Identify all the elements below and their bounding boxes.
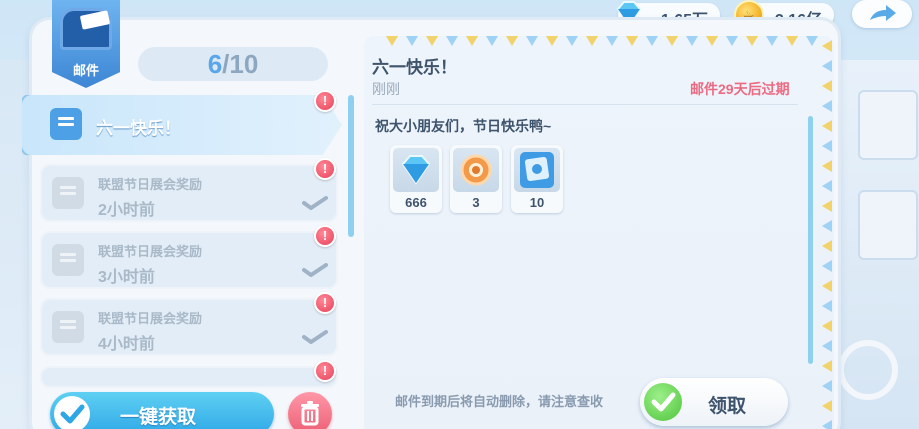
check-circle-icon [54,396,90,429]
reward-item-medal[interactable]: 3 [450,145,502,213]
mail-detail-title: 六一快乐！ [372,58,457,77]
mailbox-badge: 邮件 [52,0,120,88]
mail-detail-time: 刚刚 [372,81,400,97]
background-right-scenery [836,60,919,429]
unread-alert-icon: ! [314,360,336,382]
unread-alert-icon: ! [314,158,336,180]
check-circle-icon [644,383,682,421]
read-check-icon [302,196,328,210]
mailbox-label: 邮件 [72,63,99,78]
mailbox-icon [60,8,112,50]
mail-counter: 6/10 [138,47,328,81]
medal-icon [453,148,499,192]
reward-quantity: 666 [405,195,427,210]
mail-item[interactable]: 联盟节日展会奖励 4小时前 [40,298,338,356]
claim-label: 领取 [708,396,747,417]
detail-scrollbar[interactable] [808,116,813,364]
mail-item-title: 联盟节日展会奖励 [98,244,203,259]
reward-quantity: 10 [529,195,545,210]
diamond-icon [393,148,439,192]
mail-envelope-icon [52,311,84,343]
mail-envelope-icon [52,244,84,276]
reward-quantity: 3 [472,195,480,210]
detail-divider [372,104,798,105]
mail-expire-notice: 邮件29天后过期 [690,81,790,97]
mail-detail-body: 祝大小朋友们，节日快乐鸭~ [375,118,552,134]
delete-button[interactable] [288,392,332,429]
unread-alert-icon: ! [314,225,336,247]
mail-item-title: 联盟节日展会奖励 [98,311,203,326]
read-check-icon [302,330,328,344]
share-button[interactable] [852,0,912,28]
mail-item-title: 联盟节日展会奖励 [98,177,203,192]
claim-button[interactable]: 领取 [640,378,788,426]
reward-item-card[interactable]: 10 [511,145,563,213]
read-check-icon [302,263,328,277]
mail-item-title: 六一快乐！ [96,119,181,138]
mail-item[interactable]: 联盟节日展会奖励 2小时前 [40,164,338,222]
mail-item-selected[interactable]: 六一快乐！ [22,95,342,155]
share-arrow-icon [870,5,896,21]
collect-all-label: 一键获取 [120,407,197,428]
mail-item-partial[interactable] [40,366,338,388]
trash-icon [301,401,319,426]
reward-item-diamond[interactable]: 666 [390,145,442,213]
mail-item-time: 3小时前 [98,269,155,286]
mail-count-current: 6 [207,49,223,79]
unread-alert-icon: ! [314,292,336,314]
auto-delete-notice: 邮件到期后将自动删除，请注意查收 [394,394,603,409]
mail-envelope-icon [52,177,84,209]
card-icon [514,148,560,192]
unread-alert-icon: ! [314,90,336,112]
mail-count-total: 10 [229,49,259,79]
decorative-bunting-side [822,40,834,429]
mail-list-scrollbar[interactable] [348,95,354,237]
mail-envelope-icon [50,108,82,140]
mail-item-time: 2小时前 [98,202,155,219]
mail-item-time: 4小时前 [98,336,155,353]
collect-all-button[interactable]: 一键获取 [50,392,274,429]
decorative-bunting-top [386,36,826,48]
mail-item[interactable]: 联盟节日展会奖励 3小时前 [40,231,338,289]
